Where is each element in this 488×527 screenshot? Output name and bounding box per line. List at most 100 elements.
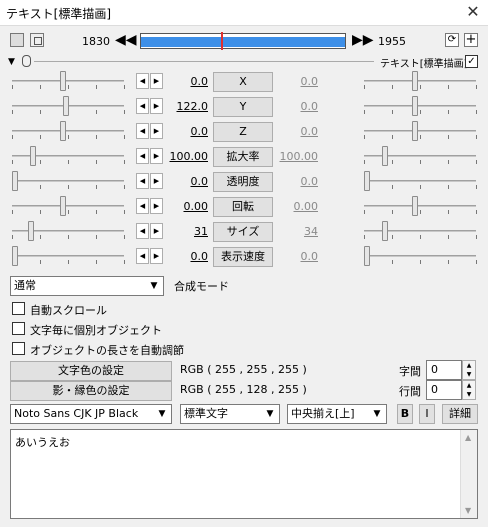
- param-start-value[interactable]: 0.0: [166, 175, 209, 188]
- decrement-arrow-icon[interactable]: ◀: [136, 173, 149, 189]
- shadow-color-button[interactable]: 影・縁色の設定: [10, 381, 172, 401]
- decrement-arrow-icon[interactable]: ◀: [136, 198, 149, 214]
- timeline-cursor[interactable]: [221, 32, 223, 50]
- param-end-value[interactable]: 0.0: [276, 75, 319, 88]
- scroll-up-icon[interactable]: ▲: [465, 433, 471, 442]
- end-slider-track[interactable]: [364, 205, 476, 207]
- param-name-button[interactable]: 回転: [213, 197, 273, 217]
- param-end-value[interactable]: 0.00: [276, 200, 319, 213]
- object-enable-checkbox[interactable]: ✓: [465, 55, 478, 68]
- end-slider-thumb[interactable]: [382, 146, 388, 166]
- end-slider-track[interactable]: [364, 105, 476, 107]
- end-slider-track[interactable]: [364, 80, 476, 82]
- rewind-icon[interactable]: ◀◀: [115, 33, 137, 47]
- param-name-button[interactable]: Z: [213, 122, 273, 142]
- blend-mode-select[interactable]: 通常 ▼: [10, 276, 164, 296]
- param-end-value[interactable]: 100.00: [276, 150, 319, 163]
- start-slider-thumb[interactable]: [28, 221, 34, 241]
- line-spacing-input[interactable]: 0: [426, 380, 462, 400]
- param-name-button[interactable]: 表示速度: [213, 247, 273, 267]
- param-name-button[interactable]: 透明度: [213, 172, 273, 192]
- decrement-arrow-icon[interactable]: ◀: [136, 123, 149, 139]
- param-start-value[interactable]: 0.00: [166, 200, 209, 213]
- start-slider-thumb[interactable]: [12, 171, 18, 191]
- increment-arrow-icon[interactable]: ▶: [150, 248, 163, 264]
- char-spacing-spinner[interactable]: ▲ ▼: [462, 360, 476, 380]
- decrement-arrow-icon[interactable]: ◀: [136, 248, 149, 264]
- text-content-area[interactable]: あいうえお ▲ ▼: [10, 429, 478, 519]
- param-start-value[interactable]: 31: [166, 225, 208, 238]
- start-slider-track[interactable]: [12, 155, 124, 157]
- decrement-arrow-icon[interactable]: ◀: [136, 98, 149, 114]
- start-slider-track[interactable]: [12, 255, 124, 257]
- end-slider-track[interactable]: [364, 155, 476, 157]
- refresh-icon[interactable]: ⟳: [445, 33, 459, 47]
- start-slider-thumb[interactable]: [12, 246, 18, 266]
- increment-arrow-icon[interactable]: ▶: [150, 148, 163, 164]
- param-end-value[interactable]: 34: [276, 225, 318, 238]
- decrement-arrow-icon[interactable]: ◀: [136, 148, 149, 164]
- scroll-down-icon[interactable]: ▼: [465, 506, 471, 515]
- detail-button[interactable]: 詳細: [442, 404, 478, 424]
- param-start-value[interactable]: 122.0: [166, 100, 209, 113]
- italic-button[interactable]: I: [419, 404, 435, 424]
- param-name-button[interactable]: サイズ: [213, 222, 273, 242]
- per-char-object-checkbox[interactable]: [12, 322, 25, 335]
- end-slider-thumb[interactable]: [412, 121, 418, 141]
- font-style-select[interactable]: 標準文字 ▼: [180, 404, 280, 424]
- end-slider-thumb[interactable]: [364, 246, 370, 266]
- param-end-value[interactable]: 0.0: [276, 250, 319, 263]
- start-slider-track[interactable]: [12, 205, 124, 207]
- param-end-value[interactable]: 0.0: [276, 125, 319, 138]
- layer-icon[interactable]: [30, 33, 44, 47]
- end-slider-thumb[interactable]: [412, 71, 418, 91]
- end-slider-track[interactable]: [364, 255, 476, 257]
- end-slider-thumb[interactable]: [412, 96, 418, 116]
- end-slider-thumb[interactable]: [364, 171, 370, 191]
- end-slider-thumb[interactable]: [412, 196, 418, 216]
- increment-arrow-icon[interactable]: ▶: [150, 123, 163, 139]
- line-spacing-spinner[interactable]: ▲ ▼: [462, 380, 476, 400]
- close-button[interactable]: ✕: [464, 4, 482, 22]
- start-slider-thumb[interactable]: [60, 121, 66, 141]
- font-family-select[interactable]: Noto Sans CJK JP Black ▼: [10, 404, 172, 424]
- param-start-value[interactable]: 0.0: [166, 250, 209, 263]
- collapse-arrow-icon[interactable]: ▼: [8, 57, 15, 67]
- param-start-value[interactable]: 0.0: [166, 125, 209, 138]
- fast-forward-icon[interactable]: ▶▶: [352, 33, 374, 47]
- camera-icon[interactable]: [10, 33, 24, 47]
- param-name-button[interactable]: Y: [213, 97, 273, 117]
- param-name-button[interactable]: 拡大率: [213, 147, 273, 167]
- param-start-value[interactable]: 0.0: [166, 75, 209, 88]
- param-start-value[interactable]: 100.00: [166, 150, 209, 163]
- text-color-button[interactable]: 文字色の設定: [10, 361, 172, 381]
- add-icon[interactable]: +: [464, 33, 478, 47]
- param-name-button[interactable]: X: [213, 72, 273, 92]
- param-end-value[interactable]: 0.0: [276, 175, 319, 188]
- auto-length-checkbox[interactable]: [12, 342, 25, 355]
- end-slider-track[interactable]: [364, 180, 476, 182]
- increment-arrow-icon[interactable]: ▶: [150, 198, 163, 214]
- param-end-value[interactable]: 0.0: [276, 100, 319, 113]
- start-slider-thumb[interactable]: [60, 71, 66, 91]
- text-align-select[interactable]: 中央揃え[上] ▼: [287, 404, 387, 424]
- start-slider-track[interactable]: [12, 180, 124, 182]
- increment-arrow-icon[interactable]: ▶: [150, 173, 163, 189]
- start-slider-track[interactable]: [12, 130, 124, 132]
- increment-arrow-icon[interactable]: ▶: [150, 73, 163, 89]
- end-slider-thumb[interactable]: [382, 221, 388, 241]
- decrement-arrow-icon[interactable]: ◀: [136, 73, 149, 89]
- char-spacing-input[interactable]: 0: [426, 360, 462, 380]
- bold-button[interactable]: B: [397, 404, 413, 424]
- end-slider-track[interactable]: [364, 130, 476, 132]
- auto-scroll-checkbox[interactable]: [12, 302, 25, 315]
- decrement-arrow-icon[interactable]: ◀: [136, 223, 149, 239]
- start-slider-track[interactable]: [12, 80, 124, 82]
- text-scrollbar[interactable]: ▲ ▼: [460, 430, 477, 518]
- end-slider-track[interactable]: [364, 230, 476, 232]
- timeline-track[interactable]: [140, 32, 346, 50]
- start-slider-thumb[interactable]: [60, 196, 66, 216]
- start-slider-thumb[interactable]: [30, 146, 36, 166]
- increment-arrow-icon[interactable]: ▶: [150, 98, 163, 114]
- increment-arrow-icon[interactable]: ▶: [150, 223, 163, 239]
